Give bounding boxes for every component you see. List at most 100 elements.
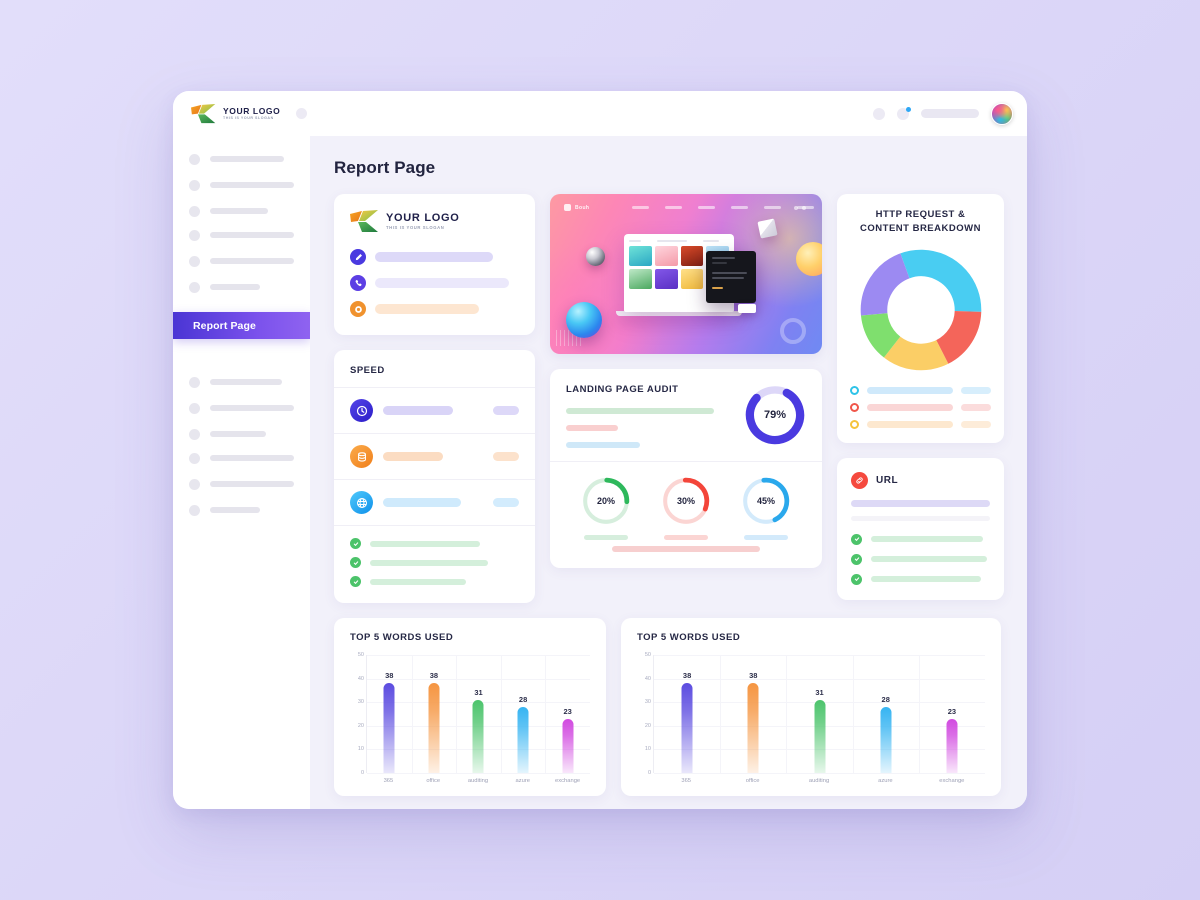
sidebar-item-label: Report Page [193,319,256,332]
sidebar-item-label [210,156,284,162]
check-circle-icon [851,573,862,585]
url-check-row [851,553,990,565]
chart-y-tick: 0 [360,770,364,776]
hero-blue-sphere-decor [566,302,602,338]
chart-y-axis: 0 10 20 30 40 50 [637,652,653,776]
hero-cube-decor [757,218,778,239]
help-icon[interactable] [873,107,885,120]
sidebar-item-10[interactable] [189,451,294,465]
chart-y-tick: 30 [357,699,364,706]
legend-label-bar [867,420,953,428]
chart-gridline [654,773,985,774]
speed-row [350,480,519,525]
brand-name: YOUR LOGO [386,212,460,225]
speed-check-bar [370,559,488,566]
sidebar-item-5[interactable] [189,254,294,268]
sidebar-item-icon [189,281,200,293]
donut-legend-row [850,419,991,429]
speed-row-value [493,498,519,507]
sidebar-item-12[interactable] [189,503,294,517]
chart-y-tick: 50 [644,652,651,658]
chart-bar-cell[interactable]: 28 [853,655,919,773]
check-circle-icon [851,553,862,565]
legend-label-bar [867,403,953,411]
audit-footer [566,540,806,552]
chart-bar-cell[interactable]: 31 [786,655,852,773]
sidebar-item-report-page[interactable]: Report Page [173,312,310,339]
notifications-icon[interactable] [897,106,911,120]
chart-bar [946,718,958,773]
chart-x-axis: 365 office auditing azure exchange [366,773,590,784]
top-words-chart-card-1: TOP 5 WORDS USED 0 10 20 30 40 50 38 38 31 28 23 … [334,618,606,796]
chart-y-tick: 10 [644,746,651,753]
legend-ring-icon [850,419,859,429]
hero-tooltip-panel [706,251,756,303]
chart-bar-cell[interactable]: 23 [919,655,985,773]
logo-card-row [350,275,519,291]
chart-y-tick: 0 [647,770,651,776]
sidebar-item-11[interactable] [189,477,294,491]
sidebar-item-label [210,455,294,461]
chart-bar [472,699,484,773]
chart-bar-value: 31 [474,687,483,697]
audit-mini-gauge: 30% [661,476,711,540]
sidebar-item-icon [189,205,200,217]
sidebar: Report Page [173,136,310,809]
sidebar-item-icon [189,504,200,516]
http-request-breakdown-card: HTTP REQUEST & CONTENT BREAKDOWN [837,194,1004,443]
page-title: Report Page [334,158,436,177]
brand-logo[interactable]: YOUR LOGO THIS IS YOUR SLOGAN [191,103,280,124]
sidebar-item-icon [189,255,200,267]
audit-bar [566,425,618,431]
logo-card-bar [375,278,509,288]
check-circle-icon [350,576,361,587]
sidebar-item-9[interactable] [189,427,294,441]
sidebar-item-8[interactable] [189,401,294,415]
circle-ring-icon [350,301,366,317]
check-circle-icon [350,538,361,549]
sidebar-item-label [210,507,260,513]
url-check-row [851,573,990,585]
sidebar-item-icon [189,153,200,165]
sidebar-item-icon [189,402,200,414]
chart-bar-cell[interactable]: 28 [501,655,546,773]
chart-y-tick: 20 [357,722,364,729]
audit-main-gauge-value: 79% [763,409,787,421]
chart-bar-cell[interactable]: 31 [456,655,501,773]
sidebar-item-4[interactable] [189,228,294,242]
sidebar-item-7[interactable] [189,375,294,389]
audit-mini-underline [664,535,708,540]
phone-icon [350,275,366,291]
speed-check-row [350,538,519,549]
hero-brand-text: Bouh [575,204,590,211]
chart-bar-cell[interactable]: 38 [412,655,457,773]
sidebar-item-6[interactable] [189,280,294,294]
chart-bar-cell[interactable]: 38 [367,655,412,773]
chart-bar-cell[interactable]: 23 [545,655,590,773]
donut-chart [850,236,991,386]
chart-plot-area: 0 10 20 30 40 50 38 38 31 28 23 [637,652,985,776]
sidebar-group-1 [173,152,310,218]
speed-row-bar [383,452,443,461]
legend-value-bar [961,386,991,394]
hero-nav-actions [794,206,806,210]
sidebar-item-1[interactable] [189,152,294,166]
sidebar-item-3[interactable] [189,204,294,218]
menu-dot-placeholder[interactable] [296,108,308,119]
avatar[interactable] [991,102,1013,125]
search-input[interactable] [921,109,979,118]
speed-row-value [493,406,519,415]
sidebar-item-2[interactable] [189,178,294,192]
chart-bar-value: 38 [749,671,758,681]
chart-bar-cell[interactable]: 38 [654,655,720,773]
url-card-title: URL [876,474,899,486]
chart-bar [747,683,759,773]
speed-row-value [493,452,519,461]
column-center: Bouh LANDING PAGE AUDIT 79% 20% 30% 45% [550,194,822,568]
donut-chart-svg [860,249,981,370]
chart-bar [814,699,825,773]
check-circle-icon [350,557,361,568]
chart-bar-cell[interactable]: 38 [720,655,786,773]
app-body: Report Page Report Page YOUR LOGO THIS I… [173,136,1027,809]
sidebar-item-icon [189,452,200,464]
